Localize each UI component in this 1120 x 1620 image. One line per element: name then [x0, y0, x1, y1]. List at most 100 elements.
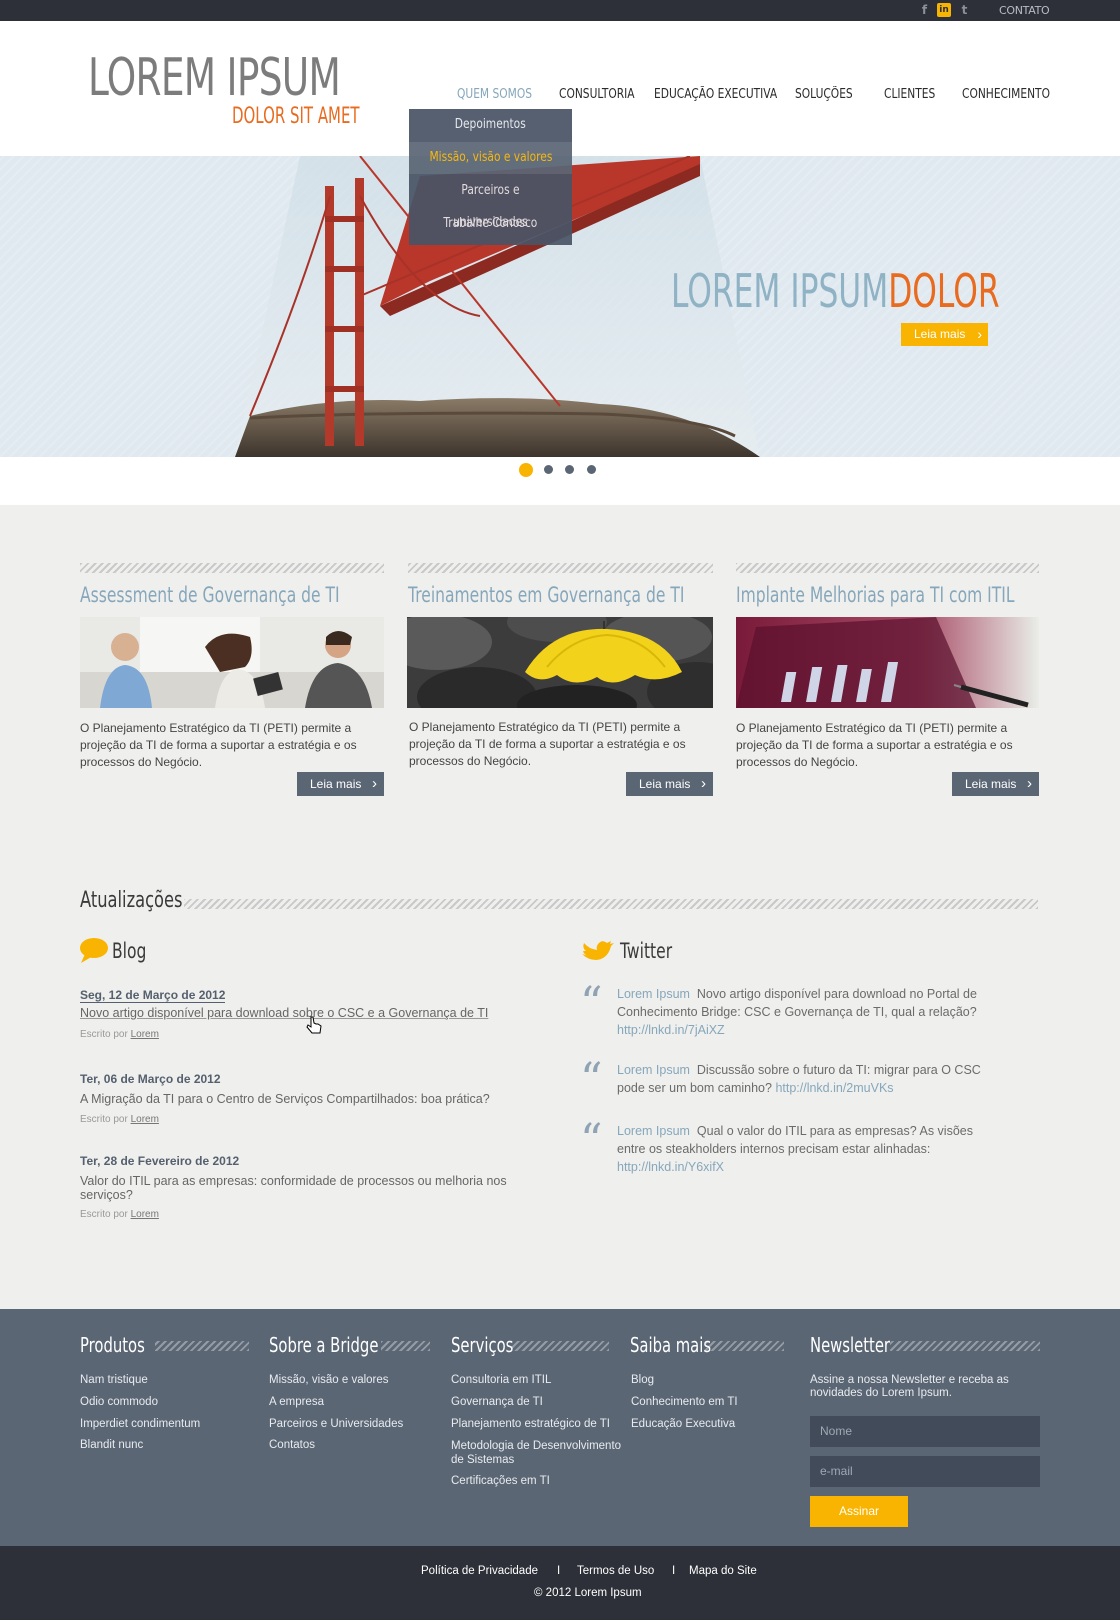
blog-entry-date[interactable]: Ter, 06 de Março de 2012 — [80, 1072, 221, 1086]
facebook-icon[interactable]: f — [917, 3, 932, 18]
newsletter-name-input[interactable]: Nome — [810, 1416, 1040, 1447]
card-stripe — [736, 563, 1039, 573]
slider-dot-4[interactable] — [587, 465, 596, 474]
blog-entry-date[interactable]: Seg, 12 de Março de 2012 — [80, 988, 226, 1003]
bottom-separator: I — [672, 1565, 676, 1577]
footer-link[interactable]: Blandit nunc — [80, 1439, 143, 1452]
footer-link[interactable]: Parceiros e Universidades — [269, 1418, 403, 1431]
slider-dot-2[interactable] — [544, 465, 553, 474]
nav-consultoria[interactable]: CONSULTORIA — [559, 87, 635, 102]
tweet: Lorem Ipsum Novo artigo disponível para … — [617, 985, 989, 1039]
nav-quem-somos[interactable]: QUEM SOMOS — [457, 87, 532, 102]
footer-link[interactable]: Odio commodo — [80, 1396, 158, 1409]
dropdown-item-depoimentos[interactable]: Depoimentos — [409, 109, 572, 141]
footer-link[interactable]: Contatos — [269, 1439, 315, 1452]
dropdown-item-trabalhe[interactable]: Trabalhe Conosco — [409, 208, 572, 240]
card-stripe — [408, 563, 713, 573]
dropdown-item-missao[interactable]: Missão, visão e valores — [409, 142, 572, 174]
footer-link[interactable]: Imperdiet condimentum — [80, 1418, 200, 1431]
card-read-more-label: Leia mais — [965, 777, 1017, 791]
privacy-policy-link[interactable]: Política de Privacidade — [421, 1565, 538, 1577]
card-text: O Planejamento Estratégico da TI (PETI) … — [80, 721, 357, 769]
blog-entry-meta: Escrito por Lorem — [80, 1029, 159, 1040]
dropdown-item-label: Depoimentos — [455, 117, 526, 132]
blog-entry-text[interactable]: Novo artigo disponível para download sob… — [80, 1006, 520, 1020]
blog-title: Blog — [112, 939, 147, 963]
quote-icon: “ — [580, 1115, 603, 1166]
blog-entry-meta-prefix: Escrito por — [80, 1029, 128, 1040]
card-title[interactable]: Treinamentos em Governança de TI — [408, 585, 684, 606]
chevron-right-icon: › — [1027, 775, 1032, 792]
tweet: Lorem Ipsum Qual o valor do ITIL para as… — [617, 1122, 989, 1176]
footer-link[interactable]: Governança de TI — [451, 1396, 543, 1409]
slider-dot-1[interactable] — [519, 463, 533, 477]
bottom-bar — [0, 1546, 1120, 1620]
card-read-more-label: Leia mais — [310, 777, 362, 791]
blog-entry-meta-prefix: Escrito por — [80, 1114, 128, 1125]
blog-entry-author[interactable]: Lorem — [131, 1114, 159, 1125]
newsletter-title: Newsletter — [810, 1333, 891, 1357]
newsletter-submit-button[interactable]: Assinar — [810, 1496, 908, 1527]
hero-title: LOREM IPSUMDOLOR — [671, 268, 1000, 314]
terms-link[interactable]: Termos de Uso — [577, 1565, 654, 1577]
footer-stripe — [705, 1341, 784, 1351]
footer-link[interactable]: Educação Executiva — [631, 1418, 735, 1431]
footer-link[interactable]: Nam tristique — [80, 1374, 148, 1387]
footer-link[interactable]: Metodologia de Desenvolvimento de Sistem… — [451, 1439, 626, 1467]
tweet-user[interactable]: Lorem Ipsum — [617, 987, 690, 1001]
tweet-user[interactable]: Lorem Ipsum — [617, 1124, 690, 1138]
contact-link[interactable]: CONTATO — [999, 4, 1050, 17]
footer-link[interactable]: Blog — [631, 1374, 654, 1387]
blog-entry-text[interactable]: A Migração da TI para o Centro de Serviç… — [80, 1092, 540, 1106]
twitter-icon[interactable]: t — [957, 3, 972, 18]
nav-clientes[interactable]: CLIENTES — [884, 87, 935, 102]
card-read-more-button[interactable]: Leia mais › — [297, 772, 384, 796]
nav-educacao-executiva[interactable]: EDUCAÇÃO EXECUTIVA — [654, 87, 777, 102]
dropdown-item-parceiros[interactable]: Parceiros e universidades — [409, 175, 572, 230]
tweet-link[interactable]: http://lnkd.in/2muVKs — [775, 1081, 893, 1095]
newsletter-text: Assine a nossa Newsletter e receba as no… — [810, 1374, 1009, 1399]
sitemap-link[interactable]: Mapa do Site — [689, 1565, 757, 1577]
footer-stripe — [381, 1341, 430, 1351]
card-title[interactable]: Assessment de Governança de TI — [80, 585, 340, 606]
nav-solucoes[interactable]: SOLUÇÕES — [795, 87, 853, 102]
footer-stripe — [890, 1341, 1040, 1351]
footer-link[interactable]: Consultoria em ITIL — [451, 1374, 551, 1387]
nav-dropdown: Depoimentos Missão, visão e valores Parc… — [409, 109, 572, 245]
footer-column-title: Serviços — [451, 1333, 514, 1357]
footer-link[interactable]: Missão, visão e valores — [269, 1374, 389, 1387]
card-text: O Planejamento Estratégico da TI (PETI) … — [409, 720, 686, 768]
footer-link[interactable]: Certificações em TI — [451, 1475, 550, 1488]
footer-link[interactable]: Conhecimento em TI — [631, 1396, 738, 1409]
card-read-more-button[interactable]: Leia mais › — [952, 772, 1039, 796]
newsletter-email-input[interactable]: e-mail — [810, 1456, 1040, 1487]
tweet-link[interactable]: http://lnkd.in/Y6xifX — [617, 1160, 724, 1174]
card-title[interactable]: Implante Melhorias para TI com ITIL — [736, 585, 1014, 606]
blog-entry-text[interactable]: Valor do ITIL para as empresas: conformi… — [80, 1174, 550, 1202]
tweet-link[interactable]: http://lnkd.in/7jAiXZ — [617, 1023, 725, 1037]
footer-link[interactable]: A empresa — [269, 1396, 324, 1409]
updates-stripe — [184, 899, 1038, 909]
card-read-more-button[interactable]: Leia mais › — [626, 772, 713, 796]
slider-dots-bar — [0, 457, 1120, 505]
quote-icon: “ — [580, 978, 603, 1029]
blog-entry-author[interactable]: Lorem — [131, 1029, 159, 1040]
card-image-chart — [736, 617, 1039, 708]
blog-entry-author[interactable]: Lorem — [131, 1209, 159, 1220]
card-read-more-label: Leia mais — [639, 777, 691, 791]
blog-entry-date[interactable]: Ter, 28 de Fevereiro de 2012 — [80, 1154, 239, 1168]
footer-stripe — [155, 1341, 249, 1351]
hero-read-more-button[interactable]: Leia mais › — [901, 323, 988, 346]
card-image-meeting — [80, 617, 384, 708]
tweet-user[interactable]: Lorem Ipsum — [617, 1063, 690, 1077]
footer-link[interactable]: Planejamento estratégico de TI — [451, 1418, 610, 1431]
logo-title[interactable]: LOREM IPSUM — [88, 52, 341, 104]
slider-dot-3[interactable] — [565, 465, 574, 474]
nav-conhecimento[interactable]: CONHECIMENTO — [962, 87, 1050, 102]
logo-subtitle: DOLOR SIT AMET — [232, 104, 360, 129]
top-bar — [0, 0, 1120, 21]
card-text: O Planejamento Estratégico da TI (PETI) … — [736, 721, 1013, 769]
linkedin-icon[interactable]: in — [937, 3, 951, 17]
bottom-separator: I — [557, 1565, 561, 1577]
blog-entry-meta-prefix: Escrito por — [80, 1209, 128, 1220]
